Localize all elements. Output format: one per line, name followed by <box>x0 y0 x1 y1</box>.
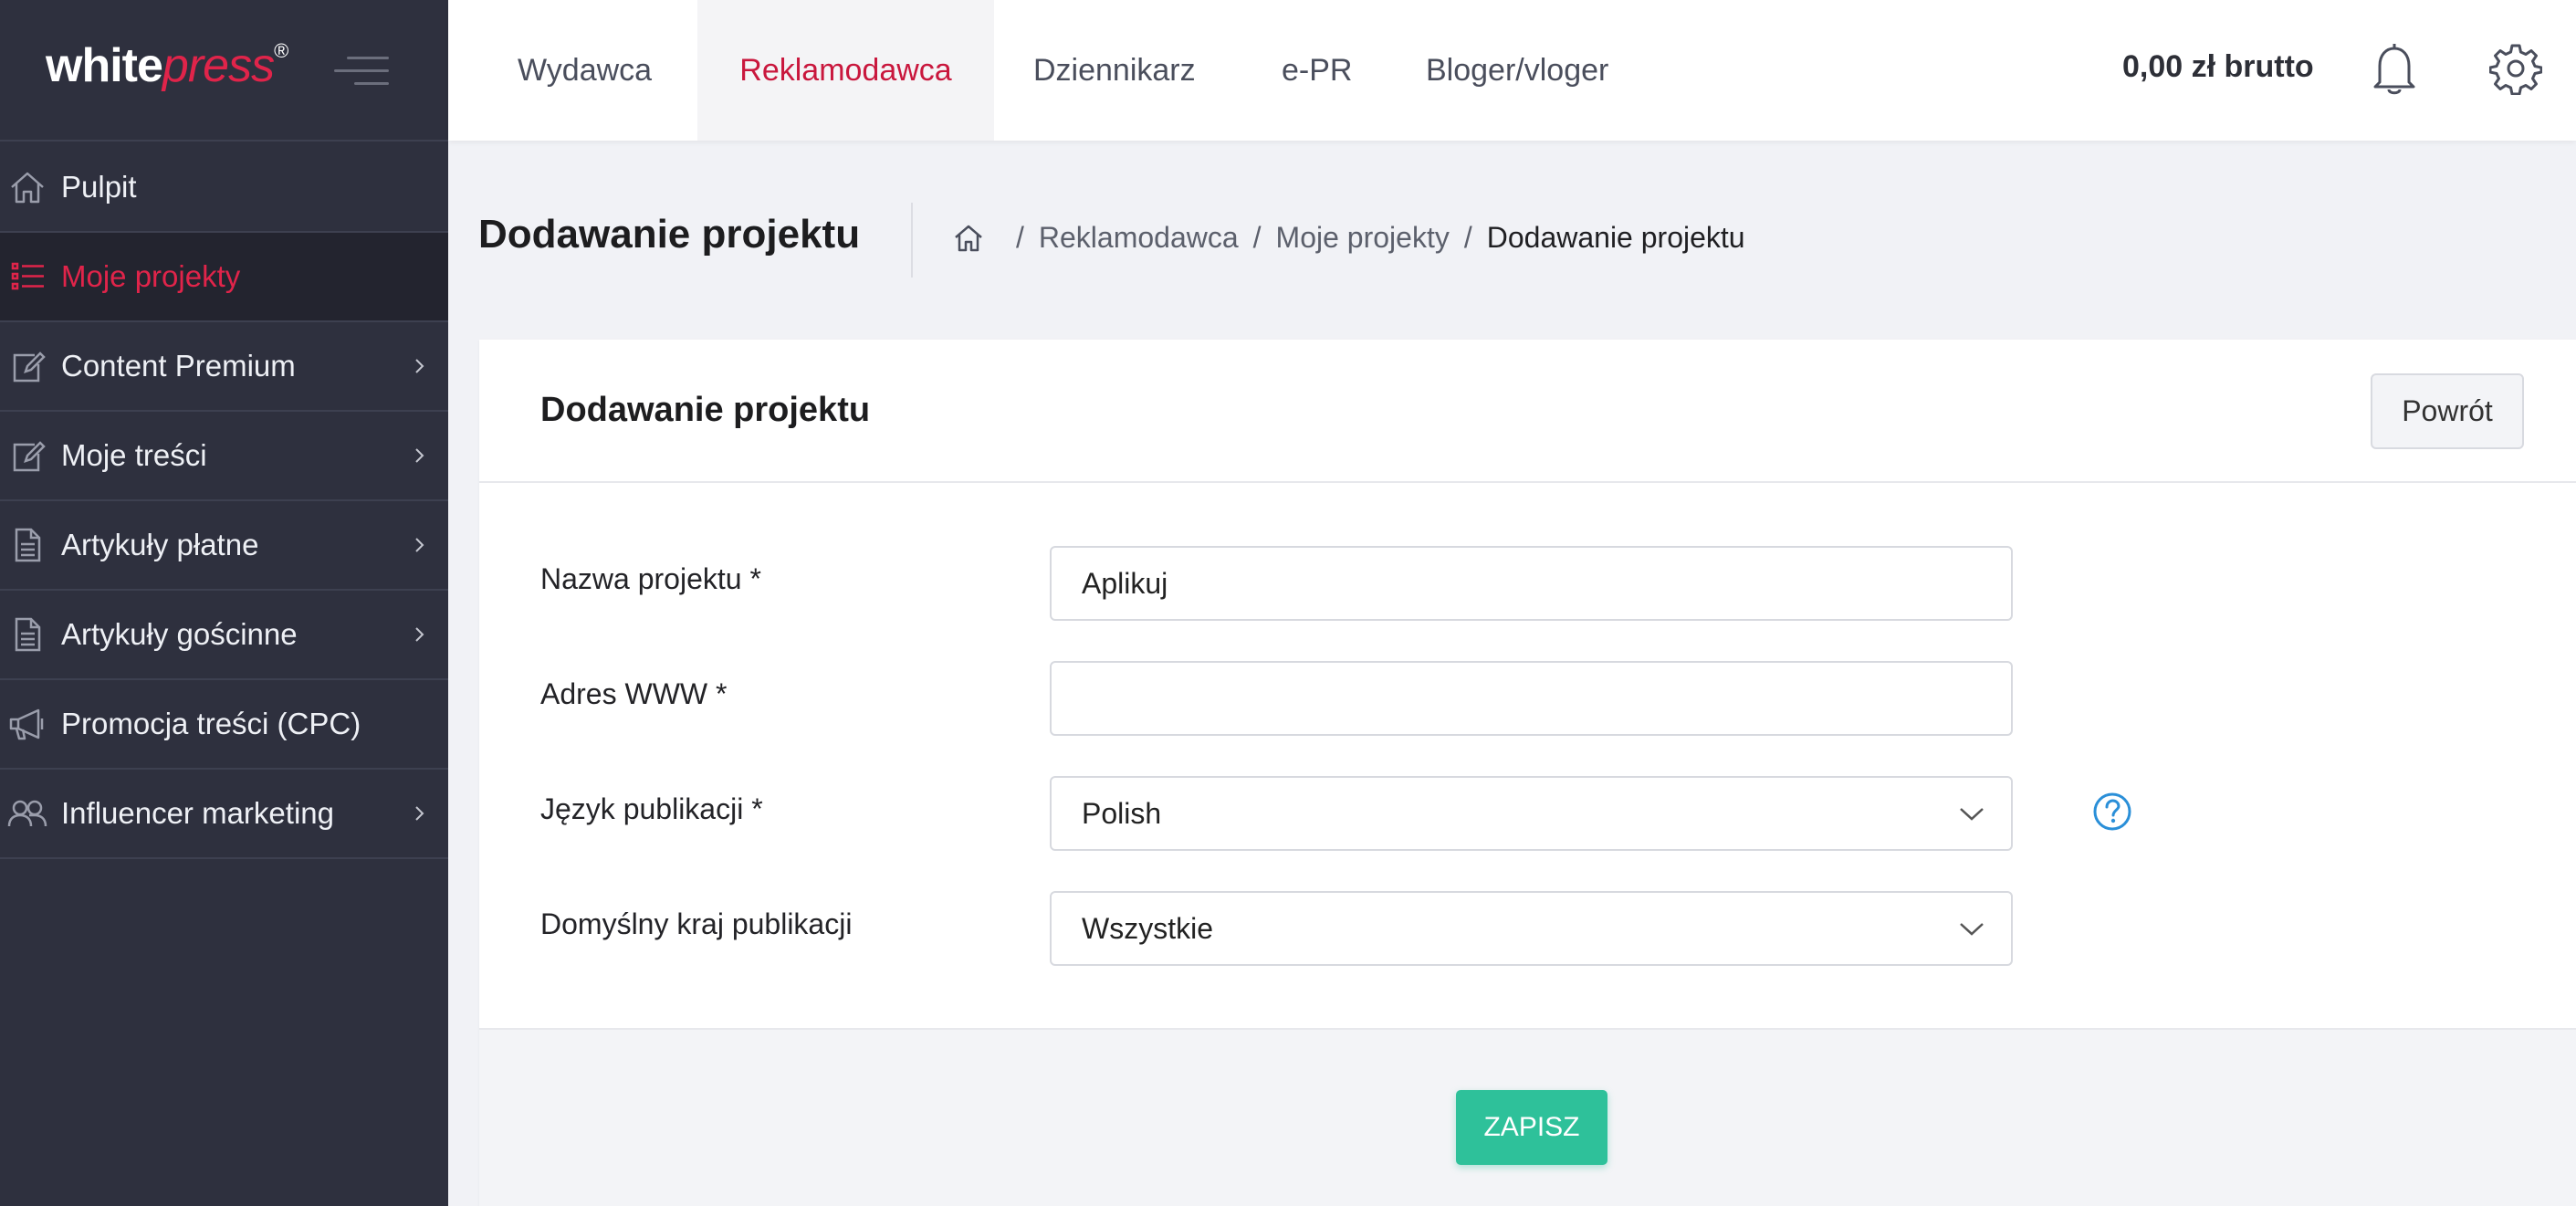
sidebar-nav: Pulpit Moje projekty Content Premium Moj… <box>0 143 448 859</box>
sidebar-item-moje-projekty[interactable]: Moje projekty <box>0 233 448 322</box>
tab-wydawca[interactable]: Wydawca <box>518 0 652 141</box>
project-name-label: Nazwa projektu * <box>540 562 761 595</box>
card-title: Dodawanie projektu <box>540 391 871 429</box>
registered-mark: ® <box>274 38 288 62</box>
menu-toggle-icon[interactable] <box>334 55 389 88</box>
sidebar-item-artykuly-platne[interactable]: Artykuły płatne <box>0 501 448 591</box>
gear-icon[interactable] <box>2489 42 2542 95</box>
edit-icon <box>13 441 46 472</box>
back-button[interactable]: Powrót <box>2371 373 2524 449</box>
whitepress-logo[interactable]: whitepress® <box>46 38 288 93</box>
chevron-right-icon <box>415 627 424 642</box>
logo-text-white: white <box>46 39 163 92</box>
sidebar-item-moje-tresci[interactable]: Moje treści <box>0 412 448 501</box>
card-header: Dodawanie projektu Powrót <box>479 340 2576 483</box>
chevron-right-icon <box>415 359 424 373</box>
edit-icon <box>13 351 46 383</box>
list-icon <box>11 262 44 290</box>
home-icon[interactable] <box>952 222 985 255</box>
sidebar-item-label: Artykuły gościnne <box>61 617 298 651</box>
breadcrumb-moje-projekty[interactable]: Moje projekty <box>1276 221 1450 255</box>
top-bar: Wydawca Reklamodawca Dziennikarz e-PR Bl… <box>448 0 2576 141</box>
chevron-right-icon <box>415 806 424 821</box>
chevron-right-icon <box>415 538 424 552</box>
document-icon <box>15 617 41 652</box>
sidebar-item-content-premium[interactable]: Content Premium <box>0 322 448 412</box>
tab-e-pr[interactable]: e-PR <box>1282 0 1352 141</box>
chevron-down-icon <box>1960 923 1984 936</box>
account-balance[interactable]: 0,00 zł brutto <box>2122 49 2314 85</box>
sidebar-item-label: Moje projekty <box>61 259 241 293</box>
breadcrumb-separator: / <box>1016 221 1024 254</box>
bell-icon[interactable] <box>2371 37 2418 100</box>
sidebar: whitepress® Pulpit Moje projekty Content… <box>0 0 448 1206</box>
home-icon <box>11 172 44 204</box>
tab-dziennikarz[interactable]: Dziennikarz <box>1033 0 1196 141</box>
sidebar-item-artykuly-goscinne[interactable]: Artykuły gościnne <box>0 591 448 680</box>
header-divider <box>911 203 913 278</box>
sidebar-item-label: Promocja treści (CPC) <box>61 707 361 740</box>
country-select[interactable]: Wszystkie <box>1050 891 2013 966</box>
website-field[interactable] <box>1050 661 2013 736</box>
sidebar-item-label: Artykuły płatne <box>61 528 259 561</box>
breadcrumb-reklamodawca[interactable]: Reklamodawca <box>1039 221 1239 255</box>
project-name-field[interactable] <box>1050 546 2013 621</box>
breadcrumb: / Reklamodawca / Moje projekty / Dodawan… <box>952 221 1745 255</box>
save-button[interactable]: ZAPISZ <box>1456 1090 1607 1165</box>
document-icon <box>15 528 41 562</box>
logo-text-press: press <box>162 39 275 92</box>
chevron-down-icon <box>1960 808 1984 821</box>
logo-area: whitepress® <box>0 0 448 142</box>
breadcrumb-current: Dodawanie projektu <box>1486 221 1745 254</box>
sidebar-item-promocja-tresci[interactable]: Promocja treści (CPC) <box>0 680 448 770</box>
megaphone-icon <box>9 708 44 740</box>
sidebar-item-pulpit[interactable]: Pulpit <box>0 143 448 233</box>
tab-reklamodawca[interactable]: Reklamodawca <box>697 0 994 141</box>
project-form-card: Dodawanie projektu Powrót Nazwa projektu… <box>479 340 2576 1206</box>
website-label: Adres WWW * <box>540 677 728 710</box>
users-icon <box>7 800 47 827</box>
help-icon[interactable] <box>2092 792 2132 832</box>
breadcrumb-separator: / <box>1463 221 1472 254</box>
website-input[interactable] <box>1082 681 2011 716</box>
country-label: Domyślny kraj publikacji <box>540 907 853 940</box>
sidebar-item-label: Content Premium <box>61 349 296 383</box>
language-label: Język publikacji * <box>540 792 763 825</box>
page-title: Dodawanie projektu <box>478 212 861 257</box>
sidebar-item-label: Moje treści <box>61 438 207 472</box>
sidebar-item-label: Influencer marketing <box>61 796 334 830</box>
country-selected-value: Wszystkie <box>1082 911 1213 945</box>
chevron-right-icon <box>415 448 424 463</box>
breadcrumb-separator: / <box>1252 221 1262 254</box>
tab-bloger-vloger[interactable]: Bloger/vloger <box>1426 0 1608 141</box>
sidebar-item-influencer-marketing[interactable]: Influencer marketing <box>0 770 448 859</box>
language-select[interactable]: Polish <box>1050 776 2013 851</box>
project-name-input[interactable] <box>1082 566 2011 601</box>
language-selected-value: Polish <box>1082 796 1162 830</box>
sidebar-item-label: Pulpit <box>61 170 137 204</box>
